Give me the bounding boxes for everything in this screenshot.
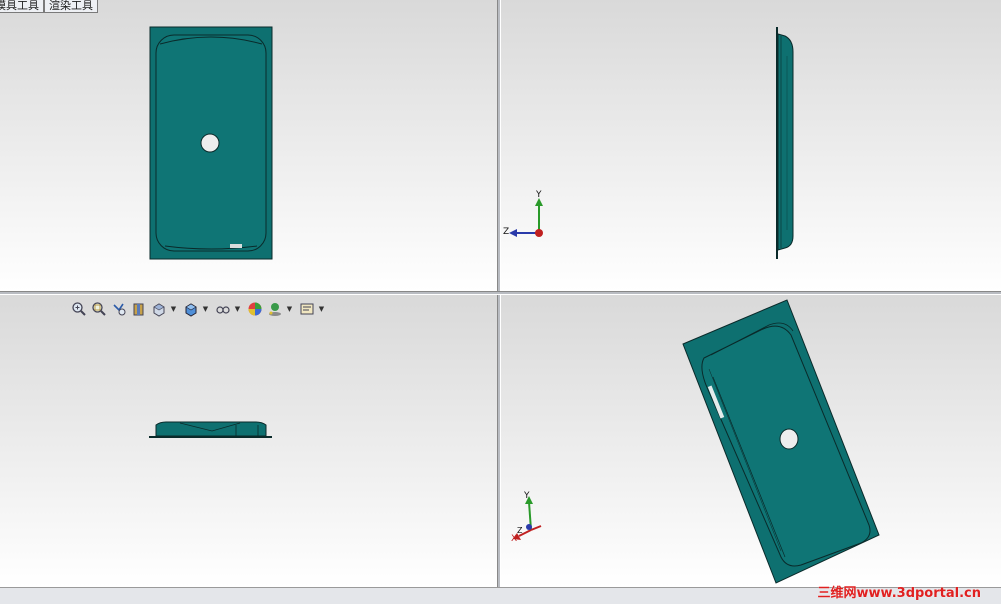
top-view-model[interactable] [0, 295, 497, 587]
command-manager-tabs: 模具工具 渲染工具 [0, 0, 98, 14]
chevron-down-icon[interactable]: ▼ [318, 300, 325, 318]
viewport-isometric[interactable]: Y Z X [501, 295, 1001, 587]
section-view-icon[interactable] [130, 300, 148, 318]
display-style-icon[interactable] [182, 300, 200, 318]
front-view-model[interactable] [0, 0, 497, 291]
right-view-axis-triad [509, 198, 543, 237]
iso-triad-label-y: Y [524, 491, 530, 501]
watermark: 三维网www.3dportal.cn [817, 586, 981, 601]
viewport-right[interactable]: Y Z [501, 0, 1001, 291]
view-orientation-icon[interactable] [150, 300, 168, 318]
iso-triad-label-x: X [511, 534, 518, 544]
isometric-view-model[interactable] [501, 295, 1001, 587]
apply-scene-icon[interactable] [266, 300, 284, 318]
tab-mold-tools[interactable]: 模具工具 [0, 0, 44, 13]
tab-render-tools[interactable]: 渲染工具 [44, 0, 98, 13]
iso-triad-label-z: Z [517, 526, 523, 535]
right-view-model[interactable] [501, 0, 1001, 291]
chevron-down-icon[interactable]: ▼ [234, 300, 241, 318]
viewport-front[interactable] [0, 0, 497, 291]
view-settings-icon[interactable] [298, 300, 316, 318]
chevron-down-icon[interactable]: ▼ [170, 300, 177, 318]
zoom-to-area-icon[interactable] [90, 300, 108, 318]
triad-label-y: Y [536, 190, 542, 200]
triad-label-z: Z [503, 227, 510, 237]
hide-show-items-icon[interactable] [214, 300, 232, 318]
previous-view-icon[interactable] [110, 300, 128, 318]
heads-up-view-toolbar: ▼ ▼ ▼ ▼ ▼ [70, 299, 328, 319]
viewport-top[interactable] [0, 295, 497, 587]
chevron-down-icon[interactable]: ▼ [202, 300, 209, 318]
edit-appearance-icon[interactable] [246, 300, 264, 318]
viewport-splitter-horizontal[interactable] [0, 291, 1001, 295]
zoom-to-fit-icon[interactable] [70, 300, 88, 318]
chevron-down-icon[interactable]: ▼ [286, 300, 293, 318]
